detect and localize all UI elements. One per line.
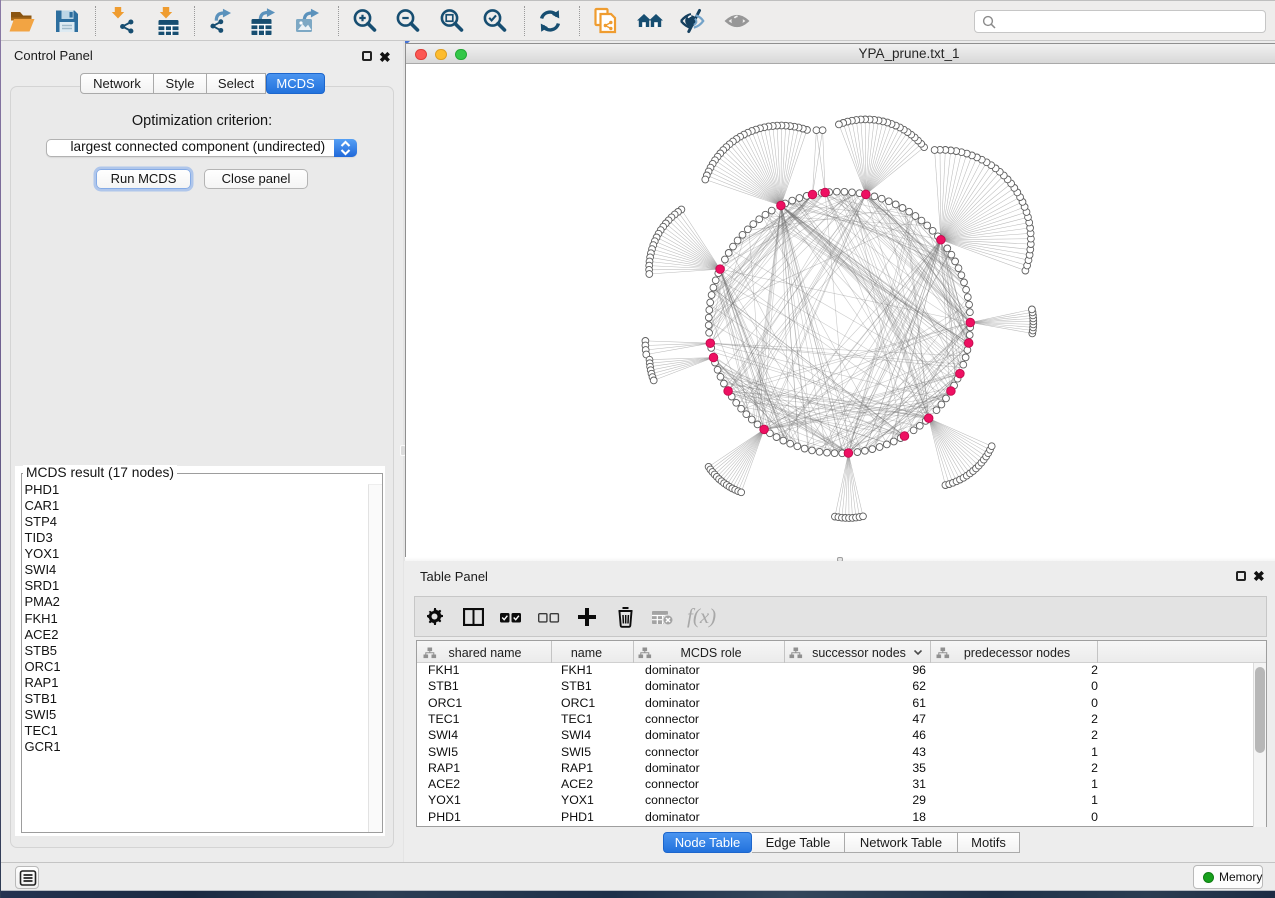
svg-text:f(x): f(x) [687,605,716,628]
